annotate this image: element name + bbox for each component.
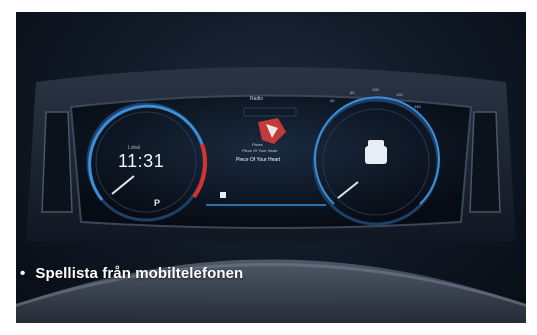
media-artist: Pixies [252,142,263,147]
speed-tick-40: 40 [330,98,335,103]
caption: • Spellista från mobiltelefonen [20,265,243,282]
media-song: Piece Of Your Heart [242,148,278,153]
media-title: Piece Of Your Heart [236,157,281,163]
source-label: Radio [250,96,264,102]
caption-text: Spellista från mobiltelefonen [35,265,244,282]
gear-indicator: P [154,198,161,208]
left-side-panel [41,111,73,213]
bullet-marker: • [20,265,26,282]
speed-tick-140: 140 [414,104,421,109]
speed-tick-100: 100 [372,87,379,92]
right-side-panel [469,111,501,213]
speed-tick-120: 120 [396,92,403,97]
speed-tick-60: 60 [350,90,355,95]
clock-time: 11:31 [118,151,165,171]
car-icon [365,146,387,164]
